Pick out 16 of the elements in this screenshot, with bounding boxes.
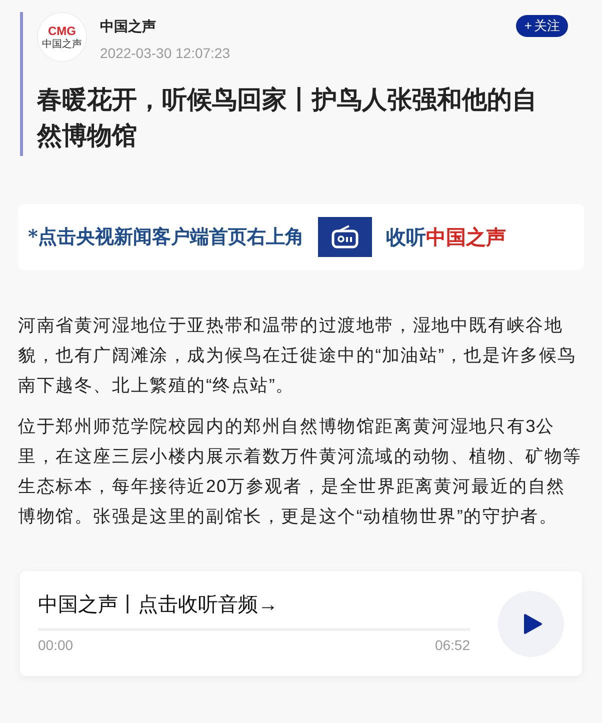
banner-action: 收听中国之声 — [386, 224, 506, 251]
audio-title: 中国之声丨点击收听音频→ — [38, 592, 279, 618]
logo-name: 中国之声 — [42, 40, 82, 50]
article-title: 春暖花开，听候鸟回家丨护鸟人张强和他的自然博物馆 — [37, 85, 538, 152]
author-name: 中国之声 — [100, 17, 157, 36]
current-time: 00:00 — [38, 636, 74, 654]
publish-time: 2022-03-30 12:07:23 — [100, 44, 231, 63]
banner[interactable]: *点击央视新闻客户端首页右上角 收听中国之声 — [18, 204, 584, 270]
follow-button[interactable]: +关注 — [516, 15, 568, 37]
duration: 06:52 — [434, 636, 470, 654]
article-paragraph: 位于郑州师范学院校园内的郑州自然博物馆距离黄河湿地只有3公里，在这座三层小楼内展示着数万件黄河流域的动物、植物、矿物等生态标本，每年接待近20万参观者，是全世界距离黄河最近的自然博物馆。张强是这里的副馆长，更是这个“动植物世界”的守护者。 — [18, 415, 583, 528]
article-paragraph: 河南省黄河湿地位于亚热带和温带的过渡地带，湿地中既有峡谷地貌，也有广阔滩涂，成为候鸟在迁徙途中的“加油站”，也是许多候鸟南下越冬、北上繁殖的“终点站”。 — [18, 314, 578, 397]
play-icon — [522, 612, 542, 634]
logo-mark: CMG — [48, 24, 76, 36]
banner-prompt: *点击央视新闻客户端首页右上角 — [28, 224, 304, 250]
radio-icon — [318, 217, 372, 257]
